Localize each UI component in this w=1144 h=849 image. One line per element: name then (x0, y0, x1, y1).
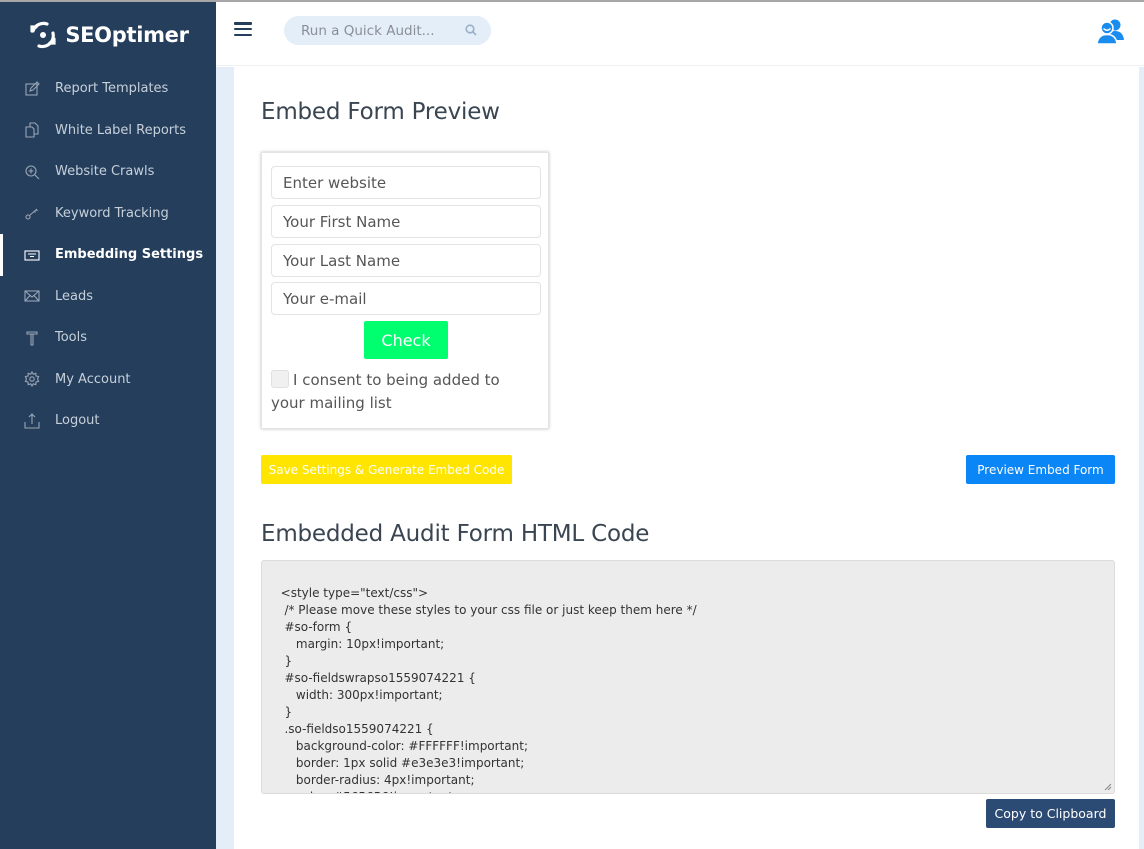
sidebar-item-white-label-reports[interactable]: White Label Reports (0, 110, 216, 152)
users-icon[interactable] (1096, 18, 1126, 44)
hamburger-icon[interactable] (234, 21, 252, 37)
consent-label: I consent to being added to your mailing… (271, 371, 500, 412)
website-field[interactable] (271, 166, 541, 199)
sidebar-item-tools[interactable]: Tools (0, 317, 216, 359)
upload-icon (24, 412, 40, 429)
hammer-icon (24, 330, 40, 346)
first-name-field[interactable] (271, 205, 541, 238)
sidebar-item-label: Keyword Tracking (55, 205, 169, 221)
sidebar-item-label: My Account (55, 371, 131, 387)
embed-form-preview: Check I consent to being added to your m… (261, 152, 549, 429)
embed-code-textarea[interactable]: <style type="text/css"> /* Please move t… (261, 560, 1115, 794)
sidebar-item-label: Tools (55, 330, 88, 346)
sidebar-item-website-crawls[interactable]: Website Crawls (0, 151, 216, 193)
sidebar-item-leads[interactable]: Leads (0, 276, 216, 318)
save-settings-button[interactable]: Save Settings & Generate Embed Code (261, 455, 512, 484)
seoptimer-gear-logo-icon (30, 21, 56, 49)
edit-icon (24, 80, 40, 97)
check-button[interactable]: Check (364, 321, 448, 359)
brand-name: SEOptimer (65, 23, 189, 47)
preview-title: Embed Form Preview (261, 99, 500, 125)
email-field[interactable] (271, 282, 541, 315)
embed-code-content: <style type="text/css"> /* Please move t… (280, 586, 697, 793)
key-icon (24, 205, 40, 221)
last-name-field[interactable] (271, 244, 541, 277)
gear-icon (24, 371, 40, 388)
sidebar-item-label: Logout (55, 413, 100, 429)
sidebar-item-label: Report Templates (55, 81, 169, 97)
resize-grip-icon[interactable] (1104, 783, 1112, 791)
documents-icon (24, 122, 40, 138)
top-bar (216, 2, 1144, 66)
brand-logo[interactable]: SEOptimer (0, 2, 216, 66)
sidebar-item-label: Website Crawls (55, 164, 155, 180)
consent-row: I consent to being added to your mailing… (271, 369, 536, 415)
sidebar-item-keyword-tracking[interactable]: Keyword Tracking (0, 193, 216, 235)
sidebar-item-label: Embedding Settings (55, 247, 204, 263)
sidebar-nav: Report Templates White Label Reports Web… (0, 68, 216, 442)
quick-audit-input[interactable] (301, 22, 465, 39)
sidebar-item-logout[interactable]: Logout (0, 400, 216, 442)
mail-icon (24, 288, 40, 304)
sidebar-item-embedding-settings[interactable]: Embedding Settings (0, 234, 216, 276)
code-title: Embedded Audit Form HTML Code (261, 521, 650, 547)
consent-checkbox[interactable] (271, 370, 289, 388)
quick-audit-search (284, 16, 491, 45)
embed-icon (24, 247, 40, 263)
zoom-in-icon (24, 164, 40, 180)
preview-embed-form-button[interactable]: Preview Embed Form (966, 455, 1115, 484)
sidebar-item-my-account[interactable]: My Account (0, 359, 216, 401)
copy-to-clipboard-button[interactable]: Copy to Clipboard (986, 799, 1115, 828)
sidebar-item-label: White Label Reports (55, 122, 187, 138)
sidebar-item-report-templates[interactable]: Report Templates (0, 68, 216, 110)
sidebar: SEOptimer Report Templates White Label R… (0, 2, 216, 849)
sidebar-item-label: Leads (55, 288, 94, 304)
search-icon[interactable] (465, 21, 477, 40)
